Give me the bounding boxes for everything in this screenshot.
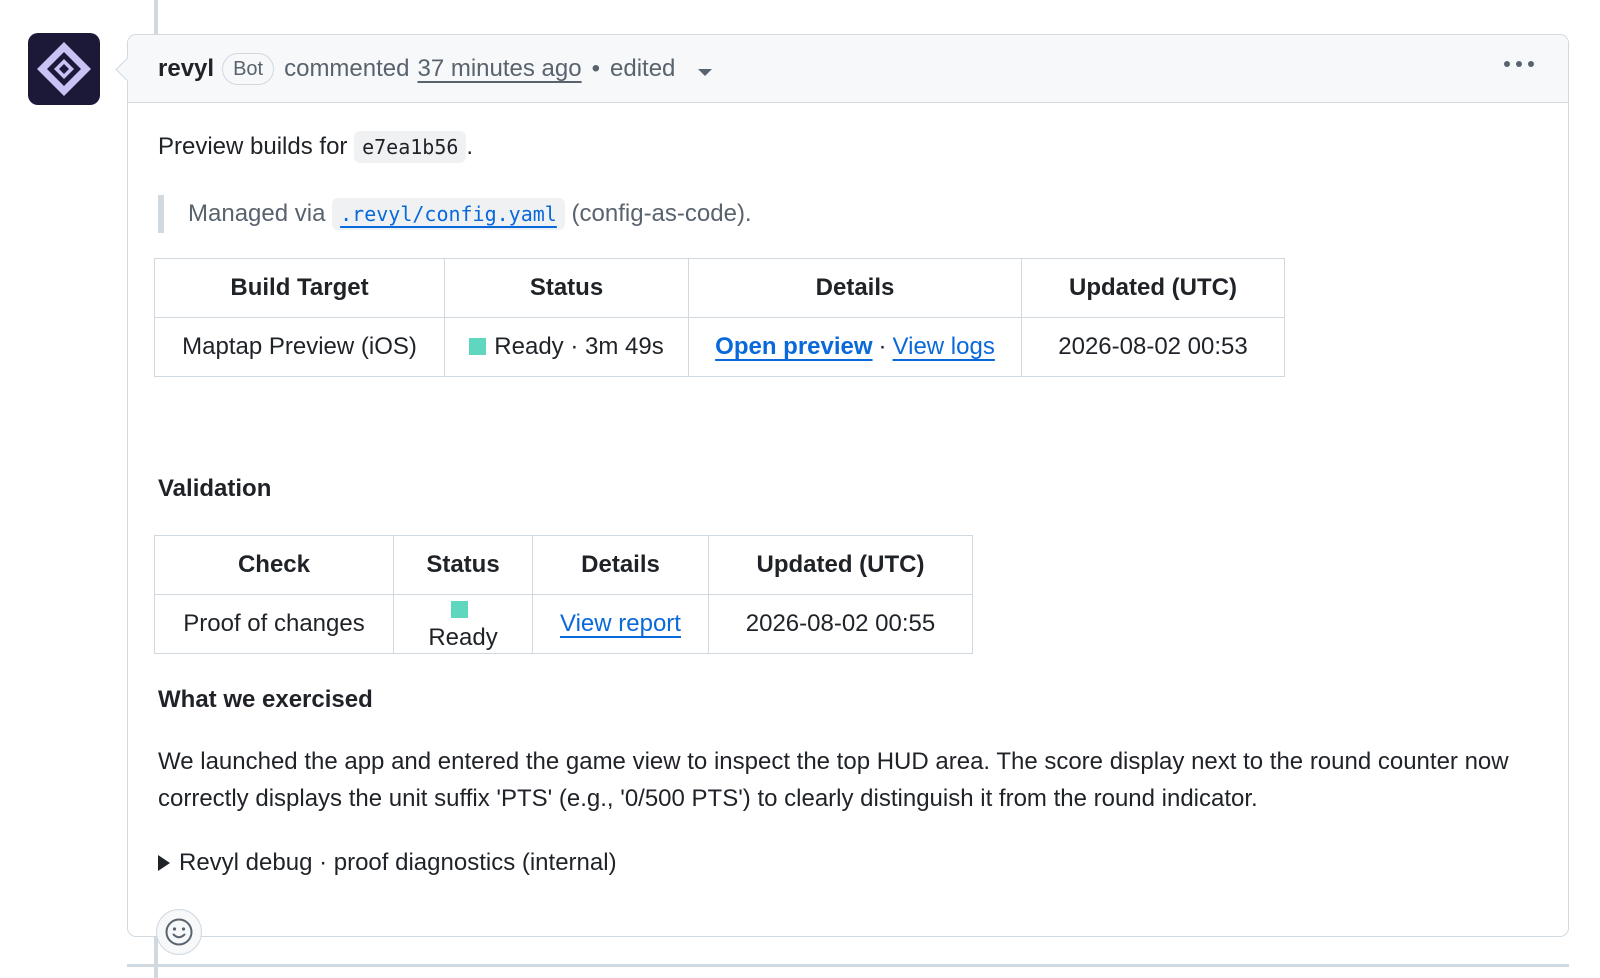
author-name[interactable]: revyl — [158, 55, 214, 83]
config-link[interactable]: .revyl/config.yaml — [332, 198, 565, 230]
smiley-icon — [165, 918, 193, 946]
check-details: View report — [532, 594, 709, 654]
managed-note: Managed via .revyl/config.yaml (config-a… — [158, 195, 752, 233]
status-indicator — [469, 338, 487, 355]
table-header-row: Build Target Status Details Updated (UTC… — [154, 258, 1285, 318]
build-status-text: Ready · 3m 49s — [494, 333, 664, 360]
edited-label: edited — [610, 54, 676, 82]
revyl-diamond-logo-icon — [37, 42, 91, 96]
preview-suffix: . — [466, 133, 474, 160]
column-header: Updated (UTC) — [1021, 258, 1285, 318]
view-report-link[interactable]: View report — [560, 610, 681, 637]
table-header-row: Check Status Details Updated (UTC) — [154, 535, 973, 595]
view-logs-link[interactable]: View logs — [893, 333, 995, 360]
kebab-menu-icon[interactable] — [1500, 57, 1538, 71]
page: revyl Bot commented 37 minutes ago • edi… — [0, 0, 1600, 978]
validation-table: Check Status Details Updated (UTC) Proof… — [154, 535, 973, 654]
comment-timestamp[interactable]: 37 minutes ago — [417, 55, 581, 83]
comment-header: revyl Bot commented 37 minutes ago • edi… — [128, 35, 1568, 103]
disclosure-triangle-icon — [158, 855, 170, 871]
managed-suffix: (config-as-code). — [571, 200, 752, 227]
commit-sha: e7ea1b56 — [354, 131, 467, 163]
preview-prefix: Preview builds for — [158, 133, 348, 160]
open-preview-link[interactable]: Open preview — [715, 333, 872, 360]
separator-dot: • — [591, 54, 600, 82]
table-row: Maptap Preview (iOS) Ready · 3m 49s Open… — [154, 317, 1285, 377]
build-status: Ready · 3m 49s — [444, 317, 689, 377]
comment-box: revyl Bot commented 37 minutes ago • edi… — [127, 34, 1569, 955]
preview-line: Preview builds for e7ea1b56. — [158, 131, 474, 163]
column-header: Status — [444, 258, 689, 318]
debug-summary-text: Revyl debug · proof diagnostics (interna… — [179, 849, 617, 876]
column-header: Details — [688, 258, 1022, 318]
bot-badge: Bot — [222, 52, 275, 85]
column-header: Check — [154, 535, 394, 595]
avatar[interactable] — [28, 33, 100, 105]
config-path: .revyl/config.yaml — [332, 198, 565, 230]
separator-dot: · — [878, 333, 887, 360]
managed-prefix: Managed via — [188, 200, 326, 227]
check-status: Ready — [393, 594, 533, 654]
build-target: Maptap Preview (iOS) — [154, 317, 445, 377]
column-header: Details — [532, 535, 709, 595]
caret-down-icon — [698, 68, 713, 76]
column-header: Status — [393, 535, 533, 595]
check-status-text: Ready — [428, 624, 498, 651]
build-details: Open preview · View logs — [688, 317, 1022, 377]
timeline-line — [154, 0, 158, 34]
column-header: Updated (UTC) — [708, 535, 973, 595]
edited-dropdown[interactable]: edited — [610, 54, 713, 83]
build-table: Build Target Status Details Updated (UTC… — [154, 258, 1285, 377]
build-updated: 2026-08-02 00:53 — [1021, 317, 1285, 377]
check-name: Proof of changes — [154, 594, 394, 654]
timeline-divider — [127, 964, 1569, 967]
table-row: Proof of changes Ready View report 2026-… — [154, 594, 973, 654]
exercised-heading: What we exercised — [158, 686, 373, 713]
exercised-text: We launched the app and entered the game… — [158, 748, 1509, 812]
status-indicator — [450, 601, 468, 618]
validation-heading: Validation — [158, 475, 272, 502]
comment-action: commented — [284, 54, 410, 82]
column-header: Build Target — [154, 258, 445, 318]
add-reaction-button[interactable] — [156, 909, 202, 955]
debug-details-summary[interactable]: Revyl debug · proof diagnostics (interna… — [158, 849, 617, 877]
check-updated: 2026-08-02 00:55 — [708, 594, 973, 654]
